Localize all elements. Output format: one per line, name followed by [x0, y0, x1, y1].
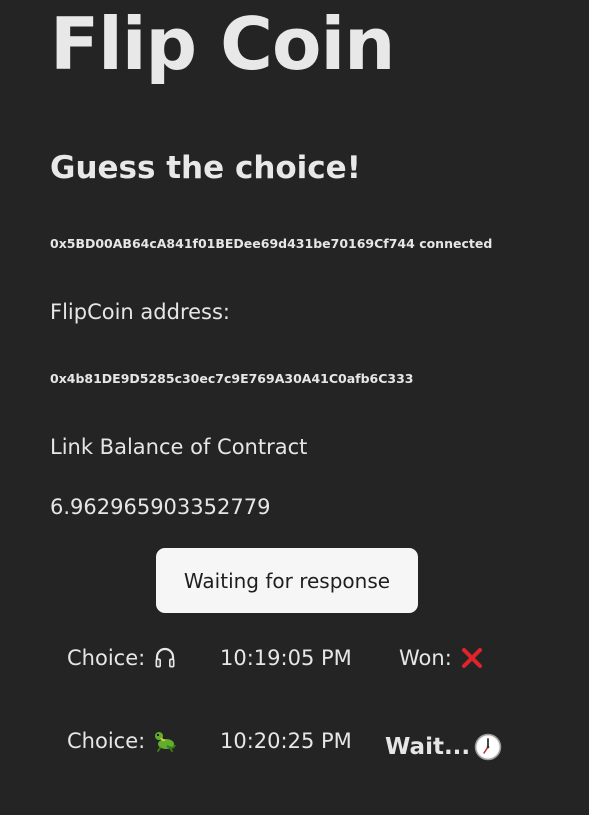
history-row: Choice: 10:19:05 PM Won:	[0, 638, 589, 678]
wallet-address: 0x5BD00AB64cA841f01BEDee69d431be70169Cf7…	[50, 236, 415, 251]
choice-label: Choice:	[67, 729, 146, 753]
time-cell: 10:20:25 PM	[220, 729, 352, 753]
cross-mark-icon	[460, 646, 484, 670]
result-cell: Won:	[399, 638, 484, 678]
wallet-status: connected	[419, 236, 493, 251]
balance-value: 6.962965903352779	[50, 495, 271, 519]
balance-label: Link Balance of Contract	[50, 435, 308, 459]
clock-icon	[474, 733, 502, 761]
time-cell: 10:19:05 PM	[220, 646, 352, 670]
wait-label: Wait...	[385, 734, 471, 760]
choice-cell: Choice:	[67, 638, 177, 678]
choice-cell: Choice:	[67, 721, 177, 761]
result-cell: Wait...	[385, 727, 502, 767]
contract-address: 0x4b81DE9D5285c30ec7c9E769A30A41C0afb6C3…	[50, 371, 414, 386]
result-label: Won:	[399, 646, 452, 670]
page-title: Flip Coin	[50, 2, 395, 86]
headphones-icon	[153, 646, 177, 670]
choice-label: Choice:	[67, 646, 146, 670]
contract-address-label: FlipCoin address:	[50, 300, 230, 324]
flip-button[interactable]: Waiting for response	[156, 548, 418, 613]
wallet-connection-status: 0x5BD00AB64cA841f01BEDee69d431be70169Cf7…	[50, 236, 492, 251]
lizard-icon	[153, 729, 177, 753]
page-subtitle: Guess the choice!	[50, 150, 361, 186]
history-row: Choice: 10:20:25 PM Wait...	[0, 721, 589, 761]
